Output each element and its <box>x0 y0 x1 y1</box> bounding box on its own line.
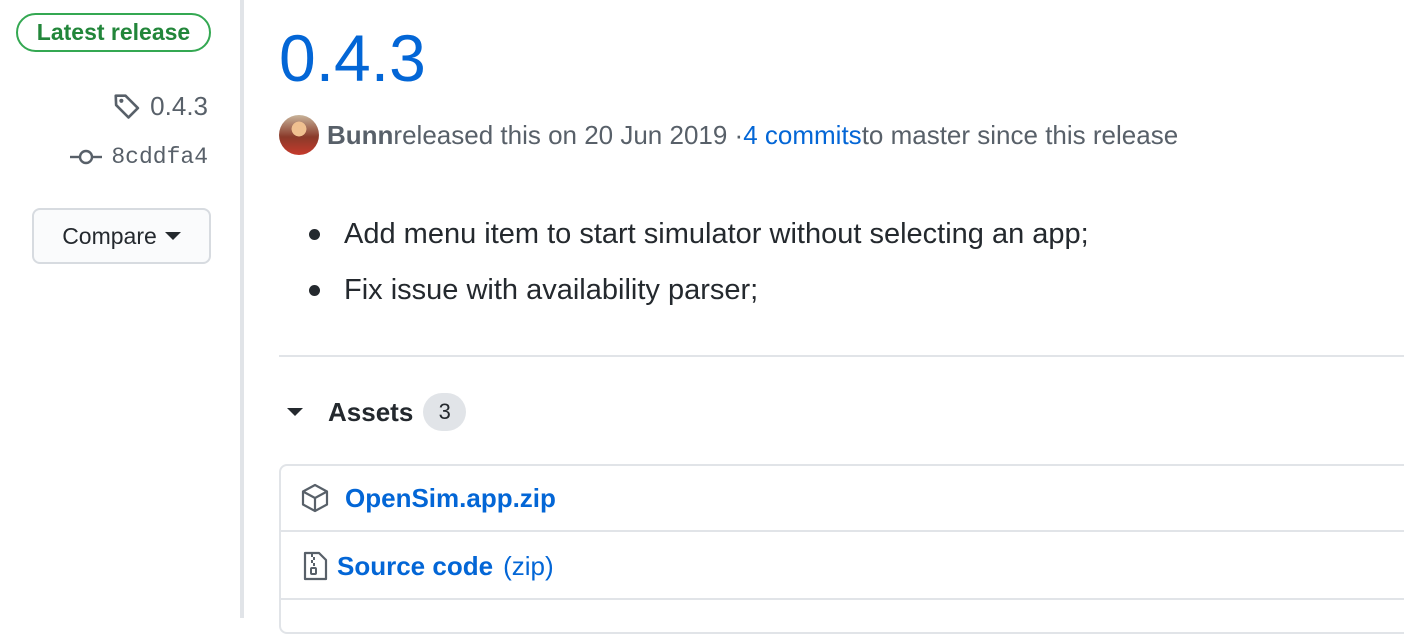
list-item: Add menu item to start simulator without… <box>279 206 1089 262</box>
avatar[interactable] <box>279 115 319 155</box>
tag-label: 0.4.3 <box>150 90 208 121</box>
assets-label: Assets <box>328 396 414 427</box>
git-commit-icon <box>70 149 103 165</box>
asset-link[interactable]: OpenSim.app.zip <box>345 483 556 514</box>
compare-button[interactable]: Compare <box>32 208 211 264</box>
release-main: 0.4.3 Bunn released this on 20 Jun 2019 … <box>279 0 1404 634</box>
asset-row[interactable]: OpenSim.app.zip <box>281 466 1404 532</box>
asset-row[interactable]: Source code (zip) <box>281 534 1404 600</box>
asset-format[interactable]: (zip) <box>503 551 554 582</box>
commits-link[interactable]: 4 commits <box>743 120 861 151</box>
author-name[interactable]: Bunn <box>327 120 393 151</box>
commit-sha: 8cddfa4 <box>111 144 208 170</box>
assets-list: OpenSim.app.zip Source code (zip) <box>279 464 1404 634</box>
latest-release-badge: Latest release <box>16 13 211 52</box>
tag-icon <box>114 94 140 119</box>
compare-label: Compare <box>62 222 157 249</box>
commits-suffix: to master since this release <box>861 119 1179 150</box>
triangle-down-icon <box>287 408 303 416</box>
assets-toggle[interactable]: Assets 3 <box>287 392 467 432</box>
release-commit[interactable]: 8cddfa4 <box>69 141 208 173</box>
release-notes: Add menu item to start simulator without… <box>279 206 1089 318</box>
release-title[interactable]: 0.4.3 <box>279 18 426 98</box>
chevron-down-icon <box>164 232 181 240</box>
assets-count-badge: 3 <box>423 393 467 431</box>
asset-link[interactable]: Source code <box>337 551 493 582</box>
release-tag[interactable]: 0.4.3 <box>112 88 208 124</box>
list-item: Fix issue with availability parser; <box>279 262 1089 318</box>
release-sidebar: Latest release 0.4.3 8cddfa4 Compare <box>0 0 244 618</box>
divider <box>279 355 1404 357</box>
release-meta: Bunn released this on 20 Jun 2019 · 4 co… <box>279 114 1404 156</box>
file-zip-icon <box>303 551 328 581</box>
package-icon <box>301 483 329 513</box>
released-text: released this on 20 Jun 2019 · <box>393 119 744 150</box>
